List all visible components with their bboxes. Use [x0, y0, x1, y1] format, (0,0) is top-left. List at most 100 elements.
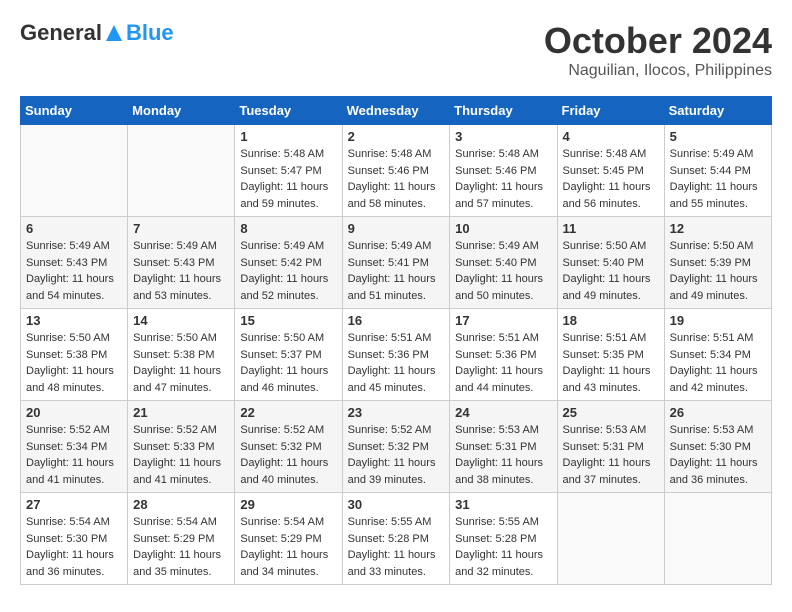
calendar-cell: 28 Sunrise: 5:54 AMSunset: 5:29 PMDayligh…	[128, 493, 235, 585]
calendar-cell: 22 Sunrise: 5:52 AMSunset: 5:32 PMDayligh…	[235, 401, 342, 493]
weekday-header-row: SundayMondayTuesdayWednesdayThursdayFrid…	[21, 97, 772, 125]
day-number: 9	[348, 221, 445, 236]
day-number: 14	[133, 313, 229, 328]
calendar-cell: 19 Sunrise: 5:51 AMSunset: 5:34 PMDayligh…	[664, 309, 771, 401]
day-info: Sunrise: 5:49 AMSunset: 5:41 PMDaylight:…	[348, 238, 445, 304]
day-info: Sunrise: 5:49 AMSunset: 5:42 PMDaylight:…	[240, 238, 336, 304]
calendar-cell: 9 Sunrise: 5:49 AMSunset: 5:41 PMDaylight…	[342, 217, 450, 309]
calendar-cell: 29Sunrise: 5:54 AMSunset: 5:29 PMDayligh…	[235, 493, 342, 585]
day-number: 11	[563, 221, 659, 236]
day-number: 31	[455, 497, 551, 512]
calendar-cell: 17 Sunrise: 5:51 AMSunset: 5:36 PMDayligh…	[450, 309, 557, 401]
day-info: Sunrise: 5:50 AMSunset: 5:38 PMDaylight:…	[26, 330, 122, 396]
day-info: Sunrise: 5:52 AMSunset: 5:32 PMDaylight:…	[348, 422, 445, 488]
logo-icon	[104, 23, 124, 43]
day-number: 22	[240, 405, 336, 420]
day-info: Sunrise: 5:49 AMSunset: 5:40 PMDaylight:…	[455, 238, 551, 304]
weekday-header-saturday: Saturday	[664, 97, 771, 125]
title-block: October 2024 Naguilian, Ilocos, Philippi…	[544, 20, 772, 80]
day-number: 16	[348, 313, 445, 328]
location-subtitle: Naguilian, Ilocos, Philippines	[544, 62, 772, 80]
calendar-week-2: 6Sunrise: 5:49 AMSunset: 5:43 PMDaylight…	[21, 217, 772, 309]
calendar-cell: 18 Sunrise: 5:51 AMSunset: 5:35 PMDayligh…	[557, 309, 664, 401]
day-number: 30	[348, 497, 445, 512]
logo-general-text: General	[20, 20, 102, 46]
day-info: Sunrise: 5:48 AMSunset: 5:46 PMDaylight:…	[455, 146, 551, 212]
day-info: Sunrise: 5:50 AMSunset: 5:40 PMDaylight:…	[563, 238, 659, 304]
calendar-week-3: 13 Sunrise: 5:50 AMSunset: 5:38 PMDayligh…	[21, 309, 772, 401]
calendar-cell: 3 Sunrise: 5:48 AMSunset: 5:46 PMDaylight…	[450, 125, 557, 217]
day-number: 8	[240, 221, 336, 236]
day-number: 21	[133, 405, 229, 420]
calendar-cell: 12Sunrise: 5:50 AMSunset: 5:39 PMDayligh…	[664, 217, 771, 309]
calendar-cell: 4 Sunrise: 5:48 AMSunset: 5:45 PMDaylight…	[557, 125, 664, 217]
calendar-cell: 30 Sunrise: 5:55 AMSunset: 5:28 PMDayligh…	[342, 493, 450, 585]
weekday-header-tuesday: Tuesday	[235, 97, 342, 125]
calendar-cell: 23Sunrise: 5:52 AMSunset: 5:32 PMDayligh…	[342, 401, 450, 493]
day-number: 20	[26, 405, 122, 420]
calendar-cell	[128, 125, 235, 217]
calendar-cell: 2 Sunrise: 5:48 AMSunset: 5:46 PMDaylight…	[342, 125, 450, 217]
calendar-cell: 31 Sunrise: 5:55 AMSunset: 5:28 PMDayligh…	[450, 493, 557, 585]
calendar-cell: 8 Sunrise: 5:49 AMSunset: 5:42 PMDaylight…	[235, 217, 342, 309]
day-info: Sunrise: 5:53 AMSunset: 5:30 PMDaylight:…	[670, 422, 766, 488]
day-number: 28	[133, 497, 229, 512]
day-info: Sunrise: 5:55 AMSunset: 5:28 PMDaylight:…	[348, 514, 445, 580]
day-info: Sunrise: 5:49 AMSunset: 5:43 PMDaylight:…	[26, 238, 122, 304]
calendar-cell: 27Sunrise: 5:54 AMSunset: 5:30 PMDayligh…	[21, 493, 128, 585]
day-number: 4	[563, 129, 659, 144]
calendar-cell: 21 Sunrise: 5:52 AMSunset: 5:33 PMDayligh…	[128, 401, 235, 493]
calendar-cell: 14 Sunrise: 5:50 AMSunset: 5:38 PMDayligh…	[128, 309, 235, 401]
day-info: Sunrise: 5:51 AMSunset: 5:35 PMDaylight:…	[563, 330, 659, 396]
logo: General Blue	[20, 20, 174, 46]
day-number: 17	[455, 313, 551, 328]
logo-blue-text: Blue	[126, 20, 174, 46]
calendar-cell: 1 Sunrise: 5:48 AMSunset: 5:47 PMDaylight…	[235, 125, 342, 217]
calendar-cell: 6Sunrise: 5:49 AMSunset: 5:43 PMDaylight…	[21, 217, 128, 309]
day-info: Sunrise: 5:51 AMSunset: 5:36 PMDaylight:…	[348, 330, 445, 396]
weekday-header-sunday: Sunday	[21, 97, 128, 125]
day-number: 18	[563, 313, 659, 328]
day-info: Sunrise: 5:50 AMSunset: 5:37 PMDaylight:…	[240, 330, 336, 396]
calendar-week-4: 20Sunrise: 5:52 AMSunset: 5:34 PMDayligh…	[21, 401, 772, 493]
month-title: October 2024	[544, 20, 772, 62]
day-info: Sunrise: 5:53 AMSunset: 5:31 PMDaylight:…	[455, 422, 551, 488]
day-number: 19	[670, 313, 766, 328]
day-number: 24	[455, 405, 551, 420]
day-number: 3	[455, 129, 551, 144]
calendar-cell: 24 Sunrise: 5:53 AMSunset: 5:31 PMDayligh…	[450, 401, 557, 493]
day-info: Sunrise: 5:53 AMSunset: 5:31 PMDaylight:…	[563, 422, 659, 488]
day-info: Sunrise: 5:54 AMSunset: 5:29 PMDaylight:…	[133, 514, 229, 580]
day-info: Sunrise: 5:52 AMSunset: 5:33 PMDaylight:…	[133, 422, 229, 488]
calendar-cell: 13 Sunrise: 5:50 AMSunset: 5:38 PMDayligh…	[21, 309, 128, 401]
calendar-cell: 10Sunrise: 5:49 AMSunset: 5:40 PMDayligh…	[450, 217, 557, 309]
day-info: Sunrise: 5:54 AMSunset: 5:30 PMDaylight:…	[26, 514, 122, 580]
day-info: Sunrise: 5:52 AMSunset: 5:32 PMDaylight:…	[240, 422, 336, 488]
calendar-cell	[21, 125, 128, 217]
day-info: Sunrise: 5:48 AMSunset: 5:46 PMDaylight:…	[348, 146, 445, 212]
calendar-week-5: 27Sunrise: 5:54 AMSunset: 5:30 PMDayligh…	[21, 493, 772, 585]
day-number: 15	[240, 313, 336, 328]
weekday-header-thursday: Thursday	[450, 97, 557, 125]
day-info: Sunrise: 5:51 AMSunset: 5:34 PMDaylight:…	[670, 330, 766, 396]
weekday-header-friday: Friday	[557, 97, 664, 125]
day-info: Sunrise: 5:55 AMSunset: 5:28 PMDaylight:…	[455, 514, 551, 580]
calendar-cell	[557, 493, 664, 585]
day-info: Sunrise: 5:51 AMSunset: 5:36 PMDaylight:…	[455, 330, 551, 396]
day-info: Sunrise: 5:50 AMSunset: 5:39 PMDaylight:…	[670, 238, 766, 304]
day-info: Sunrise: 5:49 AMSunset: 5:43 PMDaylight:…	[133, 238, 229, 304]
calendar-table: SundayMondayTuesdayWednesdayThursdayFrid…	[20, 96, 772, 585]
day-number: 25	[563, 405, 659, 420]
day-number: 26	[670, 405, 766, 420]
day-info: Sunrise: 5:50 AMSunset: 5:38 PMDaylight:…	[133, 330, 229, 396]
day-number: 13	[26, 313, 122, 328]
day-number: 29	[240, 497, 336, 512]
day-info: Sunrise: 5:48 AMSunset: 5:47 PMDaylight:…	[240, 146, 336, 212]
calendar-cell: 20Sunrise: 5:52 AMSunset: 5:34 PMDayligh…	[21, 401, 128, 493]
calendar-cell: 16 Sunrise: 5:51 AMSunset: 5:36 PMDayligh…	[342, 309, 450, 401]
day-number: 1	[240, 129, 336, 144]
day-number: 2	[348, 129, 445, 144]
day-info: Sunrise: 5:48 AMSunset: 5:45 PMDaylight:…	[563, 146, 659, 212]
calendar-cell: 11 Sunrise: 5:50 AMSunset: 5:40 PMDayligh…	[557, 217, 664, 309]
calendar-cell: 25 Sunrise: 5:53 AMSunset: 5:31 PMDayligh…	[557, 401, 664, 493]
